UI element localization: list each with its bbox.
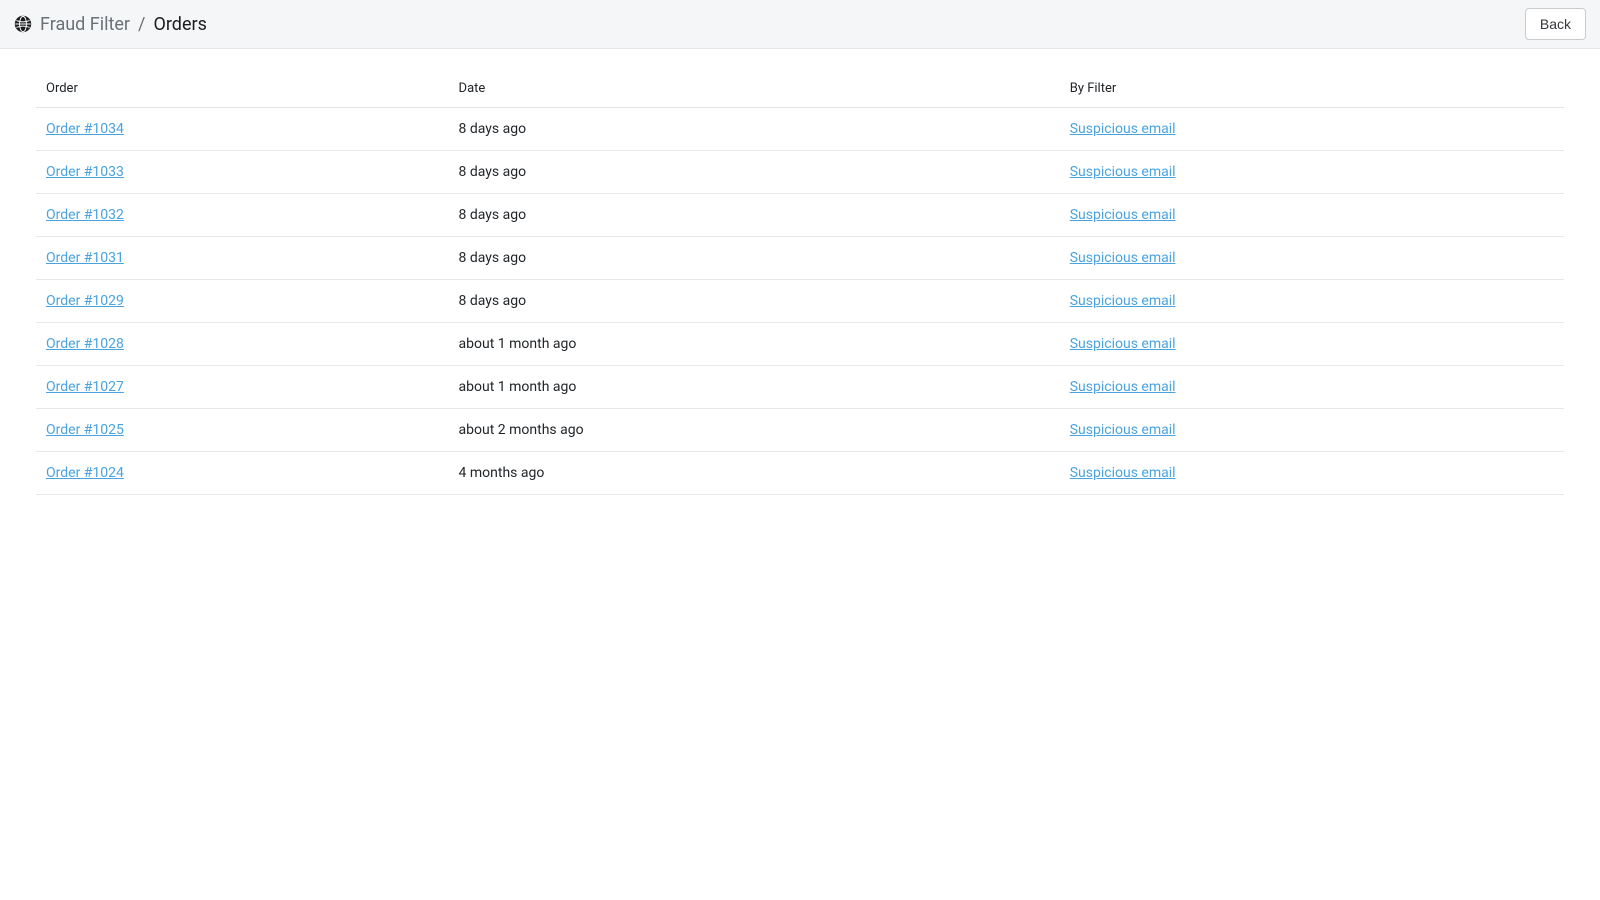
orders-table-body: Order #10348 days agoSuspicious emailOrd… — [36, 108, 1564, 495]
column-header-byfilter: By Filter — [1060, 69, 1564, 108]
table-row: Order #1025 about 2 months ago Suspicious … — [36, 409, 1564, 452]
breadcrumb: Fraud Filter / Orders — [14, 14, 207, 35]
cell-filter: Suspicious email — [1060, 194, 1564, 237]
cell-filter: Suspicious email — [1060, 237, 1564, 280]
cell-order: Order #1032 — [36, 194, 449, 237]
cell-order: Order #1027 — [36, 366, 449, 409]
cell-date: 8 days ago — [449, 237, 1060, 280]
filter-link[interactable]: Suspicious email — [1070, 121, 1176, 137]
cell-order: Order #1025 — [36, 409, 449, 452]
table-row: Order #1027 about 1 month ago Suspicious e… — [36, 366, 1564, 409]
page-content: Order Date By Filter Order #1034 8 days a… — [0, 49, 1600, 535]
table-row: Order #1031 8 days ago Suspicious email — [36, 237, 1564, 280]
table-row: Order #1033 8 days ago Suspicious email — [36, 151, 1564, 194]
back-button-label: Back — [1540, 16, 1571, 32]
cell-order: Order #1034 — [36, 108, 449, 151]
table-row: Order #1032 8 days ago Suspicious email — [36, 194, 1564, 237]
order-link[interactable]: Order #1033 — [46, 164, 124, 180]
cell-filter: Suspicious email — [1060, 409, 1564, 452]
table-row: Order #1024 4 months ago Suspicious email — [36, 452, 1564, 495]
orders-table: Order Date By Filter Order #1034 8 days a… — [36, 69, 1564, 495]
cell-filter: Suspicious email — [1060, 280, 1564, 323]
orders-card: Order Date By Filter Order #1034 8 days a… — [36, 69, 1564, 495]
cell-order: Order #1024 — [36, 452, 449, 495]
filter-link[interactable]: Suspicious email — [1070, 379, 1176, 395]
column-header-date: Date — [449, 69, 1060, 108]
cell-date: 8 days ago — [449, 194, 1060, 237]
order-link[interactable]: Order #1024 — [46, 465, 124, 481]
orders-header-row: Order Date By Filter — [36, 69, 1564, 108]
order-link[interactable]: Order #1025 — [46, 422, 124, 438]
filter-link[interactable]: Suspicious email — [1070, 164, 1176, 180]
back-button[interactable]: Back — [1525, 8, 1586, 41]
cell-filter: Suspicious email — [1060, 151, 1564, 194]
order-link[interactable]: Order #1032 — [46, 207, 124, 223]
cell-order: Order #1028 — [36, 323, 449, 366]
filter-link[interactable]: Suspicious email — [1070, 207, 1176, 223]
filter-link[interactable]: Suspicious email — [1070, 336, 1176, 352]
filter-link[interactable]: Suspicious email — [1070, 465, 1176, 481]
breadcrumb-root-label: Fraud Filter — [40, 14, 130, 35]
filter-link[interactable]: Suspicious email — [1070, 422, 1176, 438]
order-link[interactable]: Order #1034 — [46, 121, 124, 137]
order-link[interactable]: Order #1027 — [46, 379, 124, 395]
table-row: Order #1028 about 1 month ago Suspicious e… — [36, 323, 1564, 366]
orders-table-head: Order Date By Filter — [36, 69, 1564, 108]
order-link[interactable]: Order #1031 — [46, 250, 124, 266]
cell-filter: Suspicious email — [1060, 108, 1564, 151]
cell-date: 8 days ago — [449, 280, 1060, 323]
cell-order: Order #1029 — [36, 280, 449, 323]
cell-filter: Suspicious email — [1060, 452, 1564, 495]
cell-order: Order #1031 — [36, 237, 449, 280]
cell-date: 8 days ago — [449, 151, 1060, 194]
breadcrumb-separator: / — [138, 14, 145, 35]
cell-date: 4 months ago — [449, 452, 1060, 495]
table-row: Order #1034 8 days ago Suspicious email — [36, 108, 1564, 151]
breadcrumb-root[interactable]: Fraud Filter — [14, 14, 130, 35]
topbar: Fraud Filter / Orders Back — [0, 0, 1600, 49]
table-row: Order #1029 8 days ago Suspicious email — [36, 280, 1564, 323]
breadcrumb-current: Orders — [153, 14, 206, 35]
column-header-order: Order — [36, 69, 449, 108]
order-link[interactable]: Order #1029 — [46, 293, 124, 309]
globe-icon — [14, 15, 32, 33]
cell-date: about 1 month ago — [449, 366, 1060, 409]
cell-date: 8 days ago — [449, 108, 1060, 151]
cell-date: about 1 month ago — [449, 323, 1060, 366]
filter-link[interactable]: Suspicious email — [1070, 293, 1176, 309]
order-link[interactable]: Order #1028 — [46, 336, 124, 352]
filter-link[interactable]: Suspicious email — [1070, 250, 1176, 266]
cell-filter: Suspicious email — [1060, 366, 1564, 409]
cell-order: Order #1033 — [36, 151, 449, 194]
cell-filter: Suspicious email — [1060, 323, 1564, 366]
cell-date: about 2 months ago — [449, 409, 1060, 452]
